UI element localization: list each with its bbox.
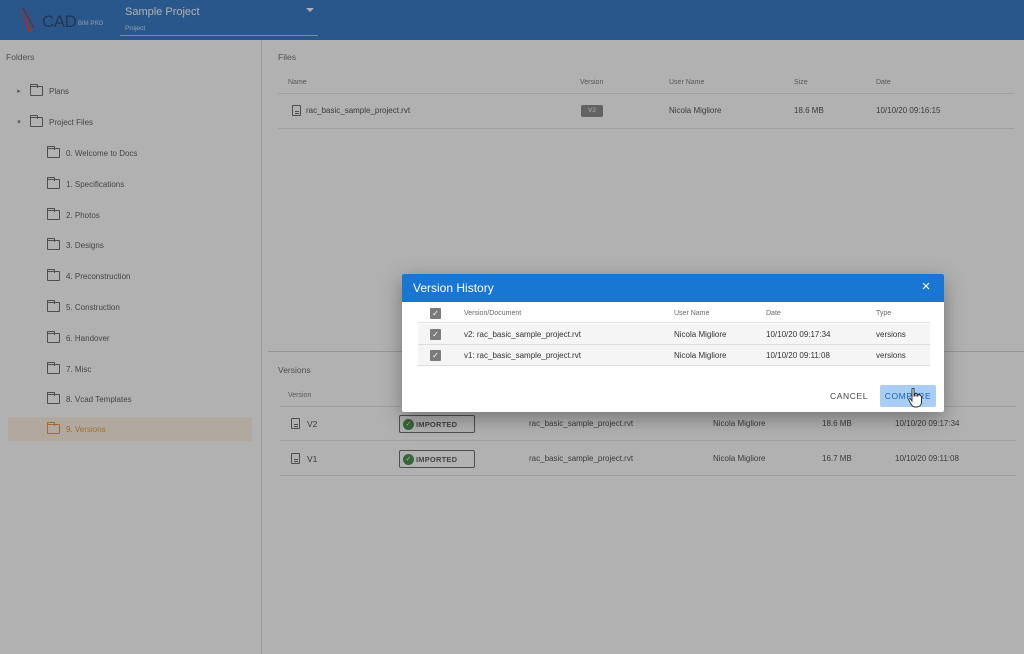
column-header-type: Type <box>876 310 892 317</box>
version-history-dialog: Version History × ✓ Version/Document Use… <box>402 274 944 412</box>
divider <box>418 322 930 323</box>
row-date: 10/10/20 09:11:08 <box>766 351 830 360</box>
row-document: v1: rac_basic_sample_project.rvt <box>464 351 581 360</box>
dialog-header: Version History × <box>402 274 944 302</box>
row-checkbox[interactable]: ✓ <box>430 329 441 340</box>
column-header-user: User Name <box>674 310 710 317</box>
row-user: Nicola Migliore <box>674 351 727 360</box>
close-icon[interactable]: × <box>918 279 934 295</box>
row-type: versions <box>876 351 906 360</box>
row-user: Nicola Migliore <box>674 330 727 339</box>
row-date: 10/10/20 09:17:34 <box>766 330 831 339</box>
row-type: versions <box>876 330 906 339</box>
cancel-button[interactable]: CANCEL <box>826 385 872 407</box>
row-checkbox[interactable]: ✓ <box>430 350 441 361</box>
hand-cursor-icon <box>908 388 922 408</box>
row-document: v2: rac_basic_sample_project.rvt <box>464 330 581 339</box>
column-header-version-document: Version/Document <box>464 310 522 317</box>
version-history-row[interactable]: ✓ v2: rac_basic_sample_project.rvt Nicol… <box>418 324 930 345</box>
select-all-checkbox[interactable]: ✓ <box>430 308 441 319</box>
dialog-title: Version History <box>413 281 494 295</box>
column-header-date: Date <box>766 310 781 317</box>
version-history-row[interactable]: ✓ v1: rac_basic_sample_project.rvt Nicol… <box>418 345 930 366</box>
